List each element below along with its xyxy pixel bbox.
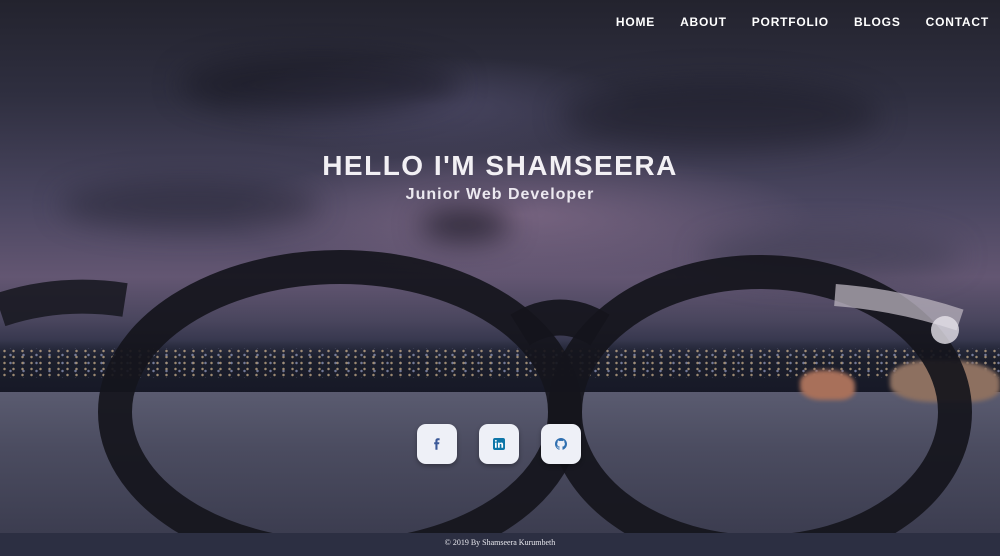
github-icon — [555, 438, 567, 450]
main-nav: HOME ABOUT PORTFOLIO BLOGS CONTACT — [616, 15, 989, 29]
page-footer: © 2019 By Shamseera Kurumbeth — [0, 533, 1000, 556]
intro-block: HELLO I'M SHAMSEERA Junior Web Developer — [0, 150, 1000, 204]
hero-section: HOME ABOUT PORTFOLIO BLOGS CONTACT HELLO… — [0, 0, 1000, 533]
background-cloud — [420, 210, 510, 240]
page-subtitle: Junior Web Developer — [405, 186, 595, 203]
nav-about[interactable]: ABOUT — [680, 15, 727, 29]
github-button[interactable] — [541, 424, 581, 464]
page-title: HELLO I'M SHAMSEERA — [322, 150, 678, 181]
foreground-rock — [800, 370, 855, 400]
nav-portfolio[interactable]: PORTFOLIO — [752, 15, 829, 29]
city-lights — [0, 348, 1000, 378]
foreground-rock — [890, 360, 1000, 402]
linkedin-icon — [493, 438, 505, 450]
nav-home[interactable]: HOME — [616, 15, 655, 29]
facebook-button[interactable] — [417, 424, 457, 464]
background-cloud — [700, 230, 960, 280]
copyright-text: © 2019 By Shamseera Kurumbeth — [444, 538, 556, 547]
social-links — [417, 424, 581, 464]
background-cloud — [180, 55, 460, 115]
background-cloud — [560, 80, 880, 150]
nav-contact[interactable]: CONTACT — [926, 15, 989, 29]
nav-blogs[interactable]: BLOGS — [854, 15, 901, 29]
facebook-icon — [434, 438, 440, 450]
linkedin-button[interactable] — [479, 424, 519, 464]
